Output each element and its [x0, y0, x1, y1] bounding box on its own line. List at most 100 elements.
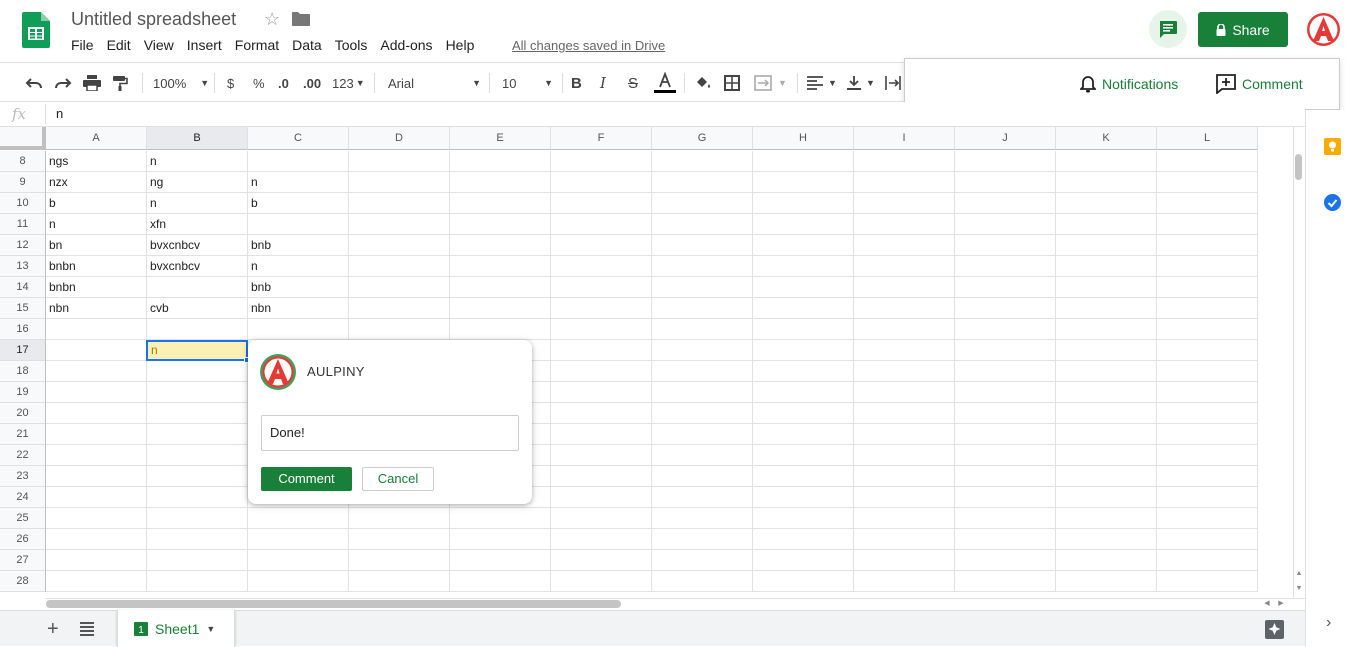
grid-cell[interactable]	[147, 424, 248, 445]
grid-cell[interactable]	[854, 277, 955, 298]
grid-cell[interactable]	[955, 340, 1056, 361]
column-header[interactable]: B	[147, 127, 248, 150]
grid-cell[interactable]	[551, 277, 652, 298]
grid-cell[interactable]	[46, 424, 147, 445]
column-header[interactable]: G	[652, 127, 753, 150]
grid-cell[interactable]	[147, 529, 248, 550]
grid-cell[interactable]	[551, 193, 652, 214]
grid-cell[interactable]	[147, 508, 248, 529]
grid-cell[interactable]	[349, 550, 450, 571]
row-header[interactable]: 10	[0, 193, 46, 214]
grid-cell[interactable]	[1056, 508, 1157, 529]
grid-cell[interactable]	[1056, 571, 1157, 592]
grid-cell[interactable]	[955, 571, 1056, 592]
grid-cell[interactable]	[854, 214, 955, 235]
chevron-right-icon[interactable]: ›	[1326, 614, 1331, 632]
grid-cell[interactable]: bnbn	[46, 277, 147, 298]
grid-cell[interactable]	[955, 508, 1056, 529]
grid-cell[interactable]: nbn	[46, 298, 147, 319]
grid-cell[interactable]	[955, 235, 1056, 256]
grid-cell[interactable]	[349, 298, 450, 319]
grid-cell[interactable]	[854, 466, 955, 487]
grid-cell[interactable]	[854, 340, 955, 361]
grid-cell[interactable]	[450, 571, 551, 592]
grid-cell[interactable]	[955, 445, 1056, 466]
grid-cell[interactable]	[248, 319, 349, 340]
grid-cell[interactable]	[147, 277, 248, 298]
text-wrap-button[interactable]	[885, 72, 901, 94]
grid-cell[interactable]: ngs	[46, 151, 147, 172]
grid-cell[interactable]	[955, 172, 1056, 193]
grid-cell[interactable]	[1157, 235, 1258, 256]
grid-cell[interactable]	[854, 529, 955, 550]
grid-cell[interactable]	[1157, 361, 1258, 382]
grid-cell[interactable]	[450, 256, 551, 277]
row-header[interactable]: 20	[0, 403, 46, 424]
grid-cell[interactable]	[1157, 193, 1258, 214]
italic-button[interactable]: I	[600, 72, 606, 94]
horizontal-scroll-thumb[interactable]	[46, 600, 621, 608]
grid-cell[interactable]	[46, 445, 147, 466]
print-button[interactable]	[83, 72, 101, 94]
decrease-decimal-button[interactable]: .0	[278, 72, 289, 94]
grid-cell[interactable]: bvxcnbcv	[147, 256, 248, 277]
grid-cell[interactable]	[1157, 340, 1258, 361]
row-header[interactable]: 22	[0, 445, 46, 466]
comment-input[interactable]: Done!	[261, 415, 519, 451]
strikethrough-button[interactable]: S	[628, 72, 638, 94]
row-header[interactable]: 23	[0, 466, 46, 487]
grid-cell[interactable]	[1056, 277, 1157, 298]
grid-cell[interactable]: bvxcnbcv	[147, 235, 248, 256]
scroll-right-icon[interactable]: ▶	[1275, 599, 1287, 609]
grid-cell[interactable]	[854, 361, 955, 382]
grid-cell[interactable]: bnb	[248, 235, 349, 256]
grid-cell[interactable]	[147, 550, 248, 571]
grid-cell[interactable]	[854, 172, 955, 193]
grid-cell[interactable]	[1157, 529, 1258, 550]
menu-data[interactable]: Data	[292, 37, 322, 55]
grid-cell[interactable]	[1056, 466, 1157, 487]
column-header[interactable]: F	[551, 127, 652, 150]
grid-cell[interactable]	[1157, 172, 1258, 193]
grid-cell[interactable]	[955, 550, 1056, 571]
grid-cell[interactable]	[1157, 466, 1258, 487]
grid-cell[interactable]	[1056, 214, 1157, 235]
grid-cell[interactable]	[349, 277, 450, 298]
grid-cell[interactable]: n	[46, 214, 147, 235]
grid-cell[interactable]	[1157, 151, 1258, 172]
tasks-icon[interactable]	[1324, 194, 1341, 211]
grid-cell[interactable]	[854, 424, 955, 445]
grid-cell[interactable]: n	[147, 193, 248, 214]
grid-cell[interactable]	[652, 529, 753, 550]
grid-cell[interactable]	[753, 445, 854, 466]
menu-help[interactable]: Help	[446, 37, 475, 55]
grid-cell[interactable]	[349, 172, 450, 193]
grid-cell[interactable]	[46, 403, 147, 424]
vertical-scroll-thumb[interactable]	[1295, 154, 1302, 180]
grid-cell[interactable]	[1056, 550, 1157, 571]
grid-cell[interactable]	[1157, 298, 1258, 319]
grid-cell[interactable]	[854, 151, 955, 172]
grid-cell[interactable]	[46, 571, 147, 592]
grid-cell[interactable]: b	[46, 193, 147, 214]
grid-cell[interactable]	[1056, 382, 1157, 403]
grid-cell[interactable]	[248, 508, 349, 529]
row-header[interactable]: 27	[0, 550, 46, 571]
grid-cell[interactable]	[1056, 319, 1157, 340]
share-button[interactable]: Share	[1198, 12, 1288, 47]
grid-cell[interactable]	[1056, 256, 1157, 277]
more-formats-select[interactable]: 123 ▼	[332, 72, 365, 94]
grid-cell[interactable]	[349, 529, 450, 550]
grid-cell[interactable]	[1056, 529, 1157, 550]
grid-cell[interactable]	[349, 319, 450, 340]
comment-cancel-button[interactable]: Cancel	[362, 467, 434, 491]
grid-cell[interactable]	[652, 361, 753, 382]
grid-cell[interactable]	[753, 466, 854, 487]
column-header[interactable]: K	[1056, 127, 1157, 150]
grid-cell[interactable]	[450, 151, 551, 172]
star-icon[interactable]: ☆	[264, 9, 280, 30]
grid-cell[interactable]	[854, 298, 955, 319]
grid-cell[interactable]	[551, 256, 652, 277]
grid-cell[interactable]	[46, 382, 147, 403]
grid-cell[interactable]	[1157, 508, 1258, 529]
